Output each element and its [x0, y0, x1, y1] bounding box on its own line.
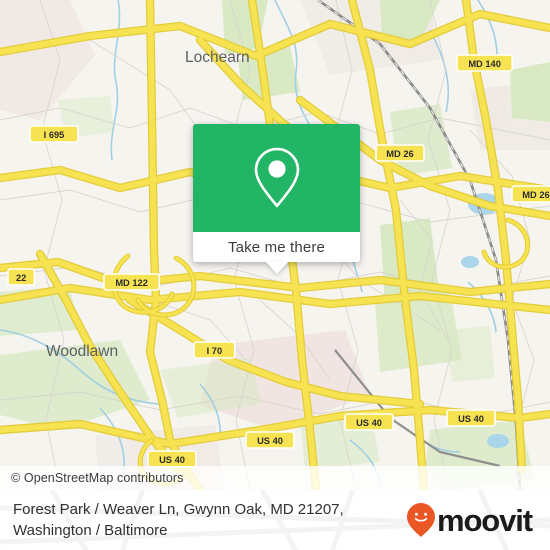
- moovit-logo: moovit: [406, 502, 536, 538]
- road-shield: MD 26: [511, 185, 550, 203]
- road-shield: MD 140: [456, 54, 514, 72]
- road-shield: 22: [7, 268, 36, 286]
- popup-icon-area: [193, 124, 360, 232]
- road-shield-label: I 70: [207, 346, 223, 356]
- road-shield: MD 26: [375, 144, 425, 162]
- road-shield: I 695: [29, 125, 79, 143]
- map-place-label: Woodlawn: [46, 343, 118, 360]
- map-attribution-bar: © OpenStreetMap contributors: [0, 466, 550, 490]
- location-line-1: Forest Park / Weaver Ln, Gwynn Oak, MD 2…: [13, 501, 344, 518]
- road-shield: I 70: [193, 341, 236, 359]
- road-shield: US 40: [245, 431, 295, 449]
- road-shield-label: MD 122: [115, 278, 148, 288]
- location-title: Forest Park / Weaver Ln, Gwynn Oak, MD 2…: [13, 499, 344, 541]
- road-shield-label: US 40: [458, 414, 484, 424]
- moovit-map-screen: Lochearn Woodlawn I 695 MD 140 MD 26 MD 26 22…: [0, 0, 550, 550]
- road-shield-label: 22: [16, 273, 26, 283]
- road-shield-label: MD 26: [522, 190, 549, 200]
- road-shield: US 40: [147, 450, 197, 468]
- location-line-2: Washington / Baltimore: [13, 522, 168, 539]
- map-pin-icon: [254, 147, 299, 208]
- take-me-there-label: Take me there: [228, 238, 325, 256]
- popup-pointer-tail: [265, 262, 288, 274]
- road-shield: US 40: [344, 413, 394, 431]
- destination-popup-card[interactable]: Take me there: [193, 124, 360, 274]
- road-shield-label: US 40: [159, 455, 185, 465]
- popup-action-area[interactable]: Take me there: [193, 232, 360, 274]
- osm-attribution-text: © OpenStreetMap contributors: [11, 471, 184, 485]
- moovit-wordmark: moovit: [436, 502, 533, 538]
- road-shield: MD 122: [103, 273, 161, 291]
- footer-bar: Forest Park / Weaver Ln, Gwynn Oak, MD 2…: [0, 490, 550, 550]
- road-shield: US 40: [446, 409, 496, 427]
- road-shield-label: US 40: [257, 436, 283, 446]
- moovit-pin-icon: [406, 503, 435, 537]
- road-shield-label: MD 140: [468, 59, 501, 69]
- road-shield-label: US 40: [356, 418, 382, 428]
- road-shield-label: I 695: [44, 130, 65, 140]
- road-shield-label: MD 26: [386, 149, 413, 159]
- map-place-label: Lochearn: [185, 49, 250, 66]
